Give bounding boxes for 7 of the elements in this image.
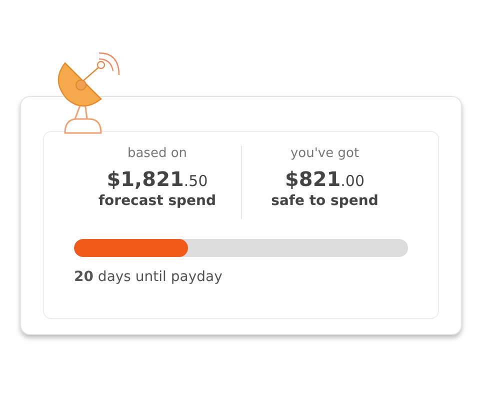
stat-caption: based on [127,146,188,161]
stat-label: safe to spend [271,193,378,209]
days-until-payday: 20 days until payday [74,269,224,285]
stat-caption: you've got [290,146,360,161]
stat-label: forecast spend [98,193,216,209]
amount-value: $1,821.50 [106,167,208,191]
amount-value: $821.00 [284,167,365,191]
